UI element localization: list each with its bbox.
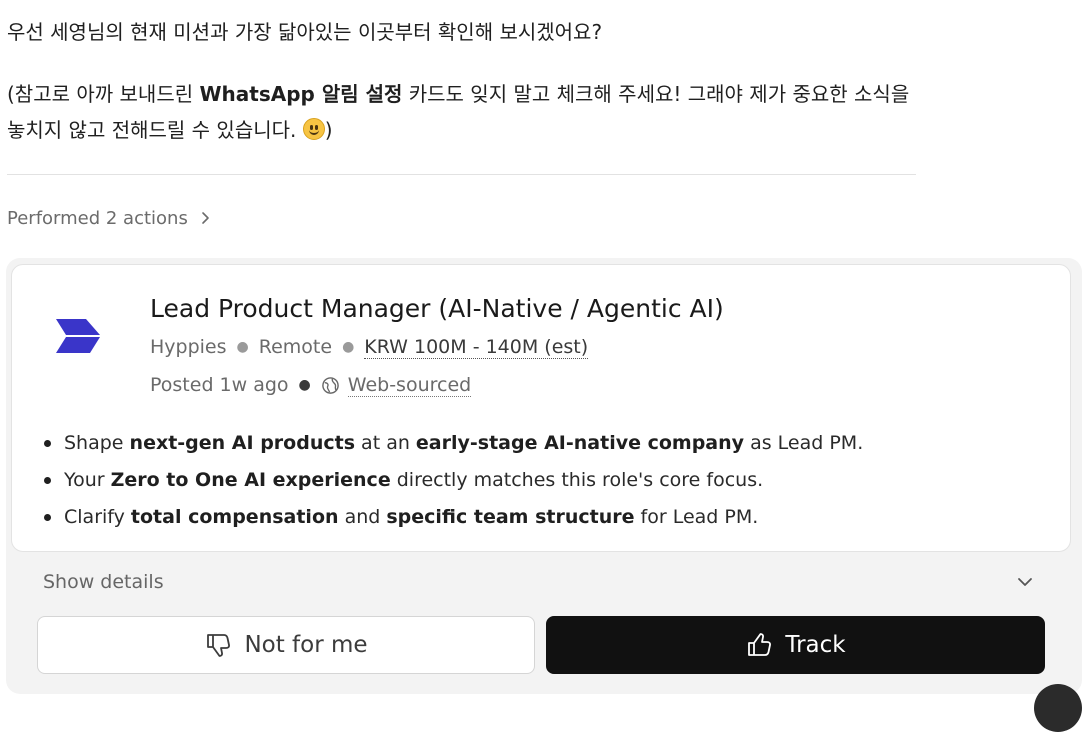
not-for-me-label: Not for me <box>244 632 368 658</box>
floating-action-button[interactable] <box>1034 684 1082 732</box>
job-meta-row: Hyppies ● Remote ● KRW 100M - 140M (est) <box>150 335 589 359</box>
job-title[interactable]: Lead Product Manager (AI-Native / Agenti… <box>150 292 724 326</box>
job-posting-row: Posted 1w ago ● Web-sourced <box>150 373 472 397</box>
performed-actions-label: Performed 2 actions <box>7 207 188 229</box>
web-sourced-link[interactable]: Web-sourced <box>347 374 472 397</box>
not-for-me-button[interactable]: Not for me <box>37 616 535 674</box>
performed-actions-toggle[interactable]: Performed 2 actions <box>7 205 212 231</box>
chevron-right-icon <box>202 212 209 224</box>
list-item: Clarify total compensation and specific … <box>44 499 1044 536</box>
thumbs-down-icon <box>207 634 231 657</box>
hyppies-logo-icon <box>56 319 100 353</box>
company-name: Hyppies <box>150 336 227 358</box>
thumbs-up-icon <box>748 633 772 656</box>
salary-estimate[interactable]: KRW 100M - 140M (est) <box>364 336 589 359</box>
job-location: Remote <box>258 336 333 358</box>
posted-time: Posted 1w ago <box>150 374 289 396</box>
assistant-message: 우선 세영님의 현재 미션과 가장 닮아있는 이곳부터 확인해 보시겠어요? (… <box>7 14 912 148</box>
message-line-1: 우선 세영님의 현재 미션과 가장 닮아있는 이곳부터 확인해 보시겠어요? <box>7 20 603 44</box>
message-divider <box>7 174 916 175</box>
message-line-2: (참고로 아까 보내드린 WhatsApp 알림 설정 카드도 잊지 말고 체크… <box>7 82 910 142</box>
chevron-down-icon[interactable] <box>1015 572 1035 592</box>
list-item: Your Zero to One AI experience directly … <box>44 462 1044 499</box>
list-item: Shape next-gen AI products at an early-s… <box>44 425 1044 462</box>
track-button[interactable]: Track <box>546 616 1045 674</box>
show-details-toggle[interactable]: Show details <box>43 568 164 596</box>
track-label: Track <box>785 632 846 658</box>
job-highlights-list: Shape next-gen AI products at an early-s… <box>44 425 1044 536</box>
smile-emoji-icon <box>302 118 325 140</box>
whatsapp-settings-mention: WhatsApp 알림 설정 <box>199 82 403 106</box>
globe-icon <box>321 376 339 394</box>
